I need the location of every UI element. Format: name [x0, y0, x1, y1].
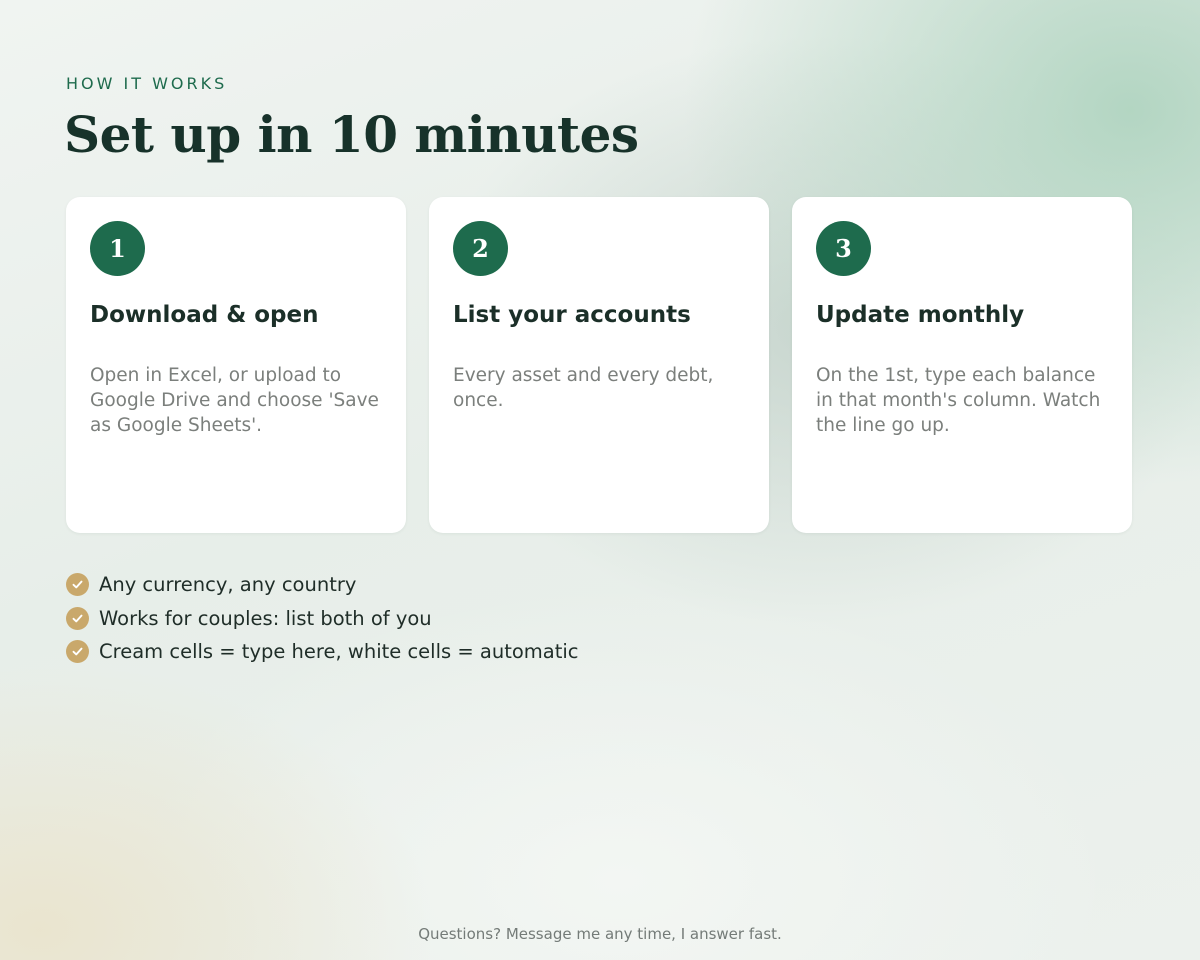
footer-note: Questions? Message me any time, I answer…: [418, 925, 782, 943]
step-description: Open in Excel, or upload to Google Drive…: [90, 365, 379, 436]
step-card-3: 3 Update monthly On the 1st, type each b…: [792, 197, 1132, 533]
step-title: Download & open: [90, 302, 319, 328]
step-title: Update monthly: [816, 302, 1025, 328]
feature-item: Cream cells = type here, white cells = a…: [66, 635, 579, 669]
checkmark-icon: [66, 640, 89, 664]
page-title: Set up in 10 minutes: [64, 105, 639, 164]
step-card-2: 2 List your accounts Every asset and eve…: [429, 197, 769, 533]
step-title: List your accounts: [453, 302, 691, 328]
feature-text: Works for couples: list both of you: [99, 606, 432, 630]
steps-row: 1 Download & open Open in Excel, or uplo…: [66, 197, 1132, 533]
step-description: On the 1st, type each balance in that mo…: [816, 365, 1101, 436]
step-number-badge: 3: [816, 221, 871, 276]
eyebrow-label: HOW IT WORKS: [66, 74, 228, 93]
checkmark-icon: [66, 606, 89, 630]
checkmark-icon: [66, 573, 89, 597]
feature-text: Any currency, any country: [99, 573, 357, 597]
feature-text: Cream cells = type here, white cells = a…: [99, 640, 579, 664]
feature-item: Works for couples: list both of you: [66, 602, 579, 636]
step-description: Every asset and every debt, once.: [453, 365, 714, 411]
step-number-badge: 2: [453, 221, 508, 276]
feature-item: Any currency, any country: [66, 568, 579, 602]
step-number-badge: 1: [90, 221, 145, 276]
step-card-1: 1 Download & open Open in Excel, or uplo…: [66, 197, 406, 533]
feature-checklist: Any currency, any country Works for coup…: [66, 568, 579, 669]
